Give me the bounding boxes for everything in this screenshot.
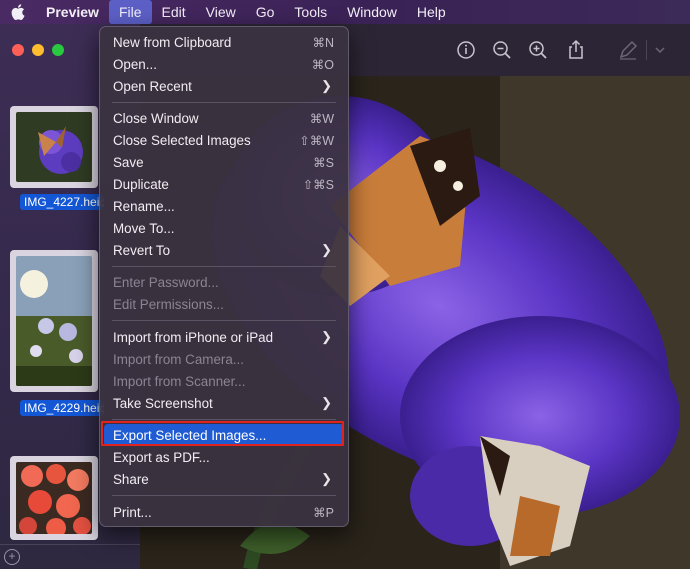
menu-item-shortcut: ⌘N bbox=[312, 35, 334, 50]
menu-item-label: Share bbox=[113, 471, 149, 487]
chevron-right-icon: ❯ bbox=[321, 329, 332, 344]
window-controls bbox=[12, 44, 64, 56]
apple-logo-icon bbox=[11, 4, 25, 20]
zoom-out-icon[interactable] bbox=[490, 38, 514, 62]
zoom-window-button[interactable] bbox=[52, 44, 64, 56]
menu-item-label: Revert To bbox=[113, 242, 171, 258]
menu-item-print[interactable]: Print... ⌘P bbox=[104, 501, 344, 523]
thumbnail-1[interactable] bbox=[10, 106, 98, 188]
menu-item-shortcut: ⌘W bbox=[309, 111, 334, 126]
chevron-right-icon: ❯ bbox=[321, 78, 332, 93]
sidebar-footer: + bbox=[0, 544, 140, 569]
menu-item-label: Edit Permissions... bbox=[113, 296, 224, 312]
menu-item-edit-permissions: Edit Permissions... bbox=[104, 293, 344, 315]
menu-item-label: Export as PDF... bbox=[113, 449, 210, 465]
menu-item-save[interactable]: Save ⌘S bbox=[104, 151, 344, 173]
zoom-in-icon[interactable] bbox=[526, 38, 550, 62]
menu-item-open[interactable]: Open... ⌘O bbox=[104, 53, 344, 75]
menu-item-label: Print... bbox=[113, 504, 152, 520]
menu-preview[interactable]: Preview bbox=[36, 0, 109, 24]
chevron-right-icon: ❯ bbox=[321, 242, 332, 257]
menu-item-rename[interactable]: Rename... bbox=[104, 195, 344, 217]
menu-go[interactable]: Go bbox=[246, 0, 285, 24]
menu-item-shortcut: ⌘S bbox=[313, 155, 334, 170]
menu-item-shortcut: ⌘P bbox=[313, 505, 334, 520]
thumbnail-2[interactable] bbox=[10, 250, 98, 392]
thumbnail-image-red-flowers bbox=[16, 462, 92, 538]
menu-item-shortcut: ⇧⌘S bbox=[302, 177, 334, 192]
menu-item-label: Duplicate bbox=[113, 176, 169, 192]
menu-item-shortcut: ⇧⌘W bbox=[299, 133, 334, 148]
close-window-button[interactable] bbox=[12, 44, 24, 56]
menu-item-label: Take Screenshot bbox=[113, 395, 213, 411]
menu-item-open-recent[interactable]: Open Recent ❯ bbox=[104, 75, 344, 97]
menu-item-label: Open... bbox=[113, 56, 157, 72]
menu-item-import-from-camera: Import from Camera... bbox=[104, 348, 344, 370]
share-icon[interactable] bbox=[564, 38, 588, 62]
annotation-highlight-box bbox=[101, 421, 344, 446]
menu-item-label: Open Recent bbox=[113, 78, 192, 94]
menu-item-import-from-scanner: Import from Scanner... bbox=[104, 370, 344, 392]
menu-tools[interactable]: Tools bbox=[284, 0, 337, 24]
menu-item-share[interactable]: Share ❯ bbox=[104, 468, 344, 490]
menu-item-label: Import from Scanner... bbox=[113, 373, 246, 389]
menu-item-move-to[interactable]: Move To... bbox=[104, 217, 344, 239]
menu-item-duplicate[interactable]: Duplicate ⇧⌘S bbox=[104, 173, 344, 195]
menu-item-export-as-pdf[interactable]: Export as PDF... bbox=[104, 446, 344, 468]
markup-pen-icon[interactable] bbox=[616, 38, 640, 62]
menu-bar: Preview File Edit View Go Tools Window H… bbox=[0, 0, 690, 24]
thumbnail-1-label[interactable]: IMG_4227.heic bbox=[20, 194, 104, 210]
toolbar-divider bbox=[646, 40, 647, 60]
menu-item-enter-password: Enter Password... bbox=[104, 271, 344, 293]
thumbnail-3[interactable] bbox=[10, 456, 98, 540]
menu-item-new-from-clipboard[interactable]: New from Clipboard ⌘N bbox=[104, 31, 344, 53]
menu-item-close-window[interactable]: Close Window ⌘W bbox=[104, 107, 344, 129]
menu-item-label: Import from Camera... bbox=[113, 351, 244, 367]
menu-file[interactable]: File bbox=[108, 0, 152, 24]
menu-item-label: Close Selected Images bbox=[113, 132, 251, 148]
chevron-right-icon: ❯ bbox=[321, 395, 332, 410]
menu-item-label: Enter Password... bbox=[113, 274, 219, 290]
add-icon[interactable]: + bbox=[4, 549, 20, 565]
menu-item-label: Close Window bbox=[113, 110, 199, 126]
menu-item-take-screenshot[interactable]: Take Screenshot ❯ bbox=[104, 392, 344, 414]
menu-item-label: Move To... bbox=[113, 220, 175, 236]
menu-separator bbox=[112, 266, 336, 267]
menu-separator bbox=[112, 320, 336, 321]
menu-item-label: Save bbox=[113, 154, 144, 170]
menu-edit[interactable]: Edit bbox=[152, 0, 196, 24]
menu-item-label: Import from iPhone or iPad bbox=[113, 329, 274, 345]
apple-menu[interactable] bbox=[0, 4, 36, 20]
menu-item-label: Rename... bbox=[113, 198, 175, 214]
file-menu: New from Clipboard ⌘N Open... ⌘O Open Rece… bbox=[99, 26, 349, 527]
menu-item-label: New from Clipboard bbox=[113, 34, 232, 50]
menu-separator bbox=[112, 419, 336, 420]
menu-view[interactable]: View bbox=[196, 0, 246, 24]
chevron-right-icon: ❯ bbox=[321, 471, 332, 486]
menu-item-close-selected-images[interactable]: Close Selected Images ⇧⌘W bbox=[104, 129, 344, 151]
thumbnail-image-flowers bbox=[16, 256, 92, 386]
minimize-window-button[interactable] bbox=[32, 44, 44, 56]
thumbnail-image-butterfly bbox=[16, 112, 92, 182]
menu-item-revert-to[interactable]: Revert To ❯ bbox=[104, 239, 344, 261]
menu-separator bbox=[112, 102, 336, 103]
chevron-down-icon[interactable] bbox=[652, 38, 668, 62]
info-icon[interactable] bbox=[454, 38, 478, 62]
menu-window[interactable]: Window bbox=[337, 0, 407, 24]
menu-help[interactable]: Help bbox=[407, 0, 456, 24]
menu-item-shortcut: ⌘O bbox=[311, 57, 334, 72]
thumbnail-2-label[interactable]: IMG_4229.heic bbox=[20, 400, 104, 416]
menu-item-import-from-iphone[interactable]: Import from iPhone or iPad ❯ bbox=[104, 326, 344, 348]
menu-separator bbox=[112, 495, 336, 496]
